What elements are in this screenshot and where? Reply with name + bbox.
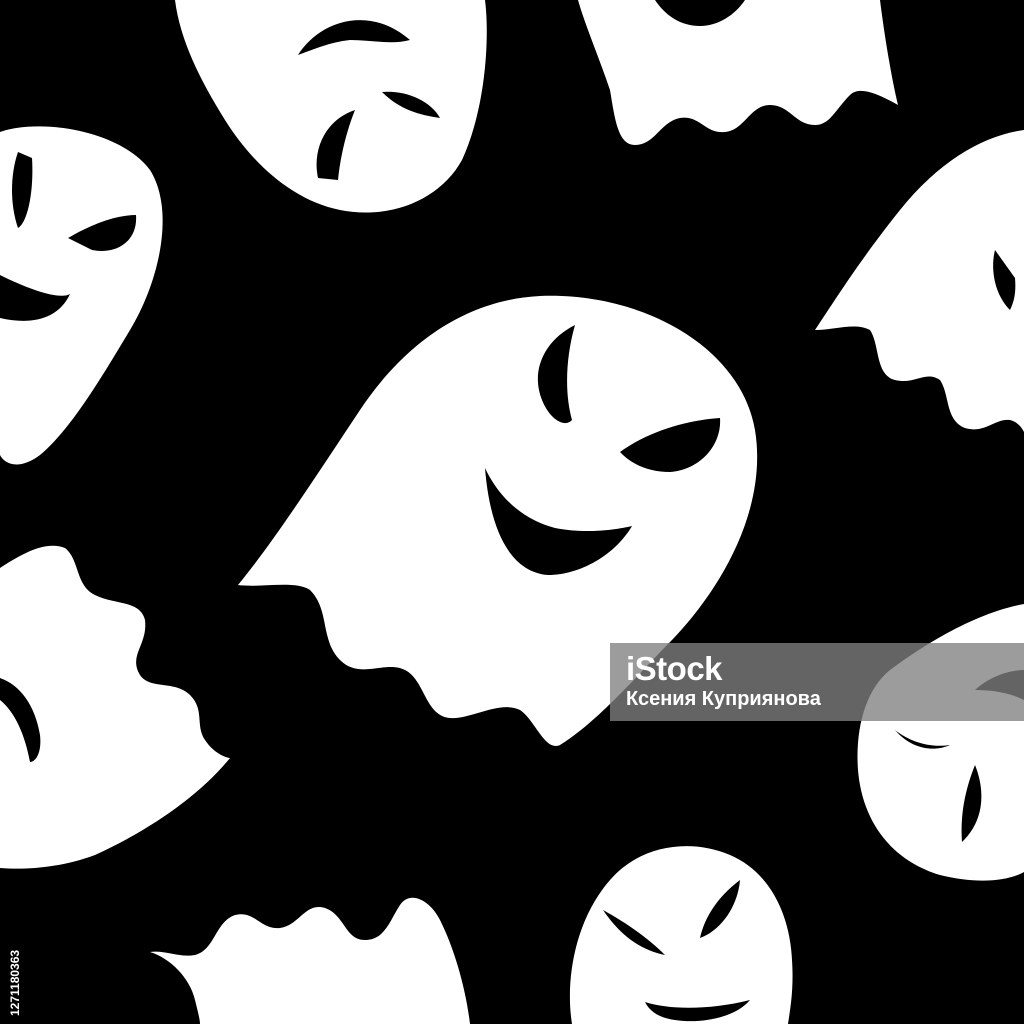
image-id-label: 1271180363 (8, 949, 22, 1016)
watermark-credit: Ксения Куприянова (626, 688, 821, 710)
watermark-logo: iStock (626, 650, 723, 687)
ghost-pattern (0, 0, 1024, 1024)
